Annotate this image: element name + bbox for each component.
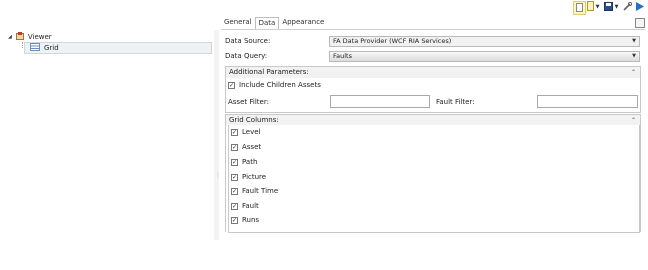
tools-button[interactable] [622,1,632,13]
data-tab-panel: Data Source: FA Data Provider (WCF RIA S… [221,29,645,242]
property-tabs: General Data Appearance [221,17,327,29]
chevron-down-icon: ▼ [614,4,619,10]
data-source-value: FA Data Provider (WCF RIA Services) [333,37,452,45]
tree-node-label: Viewer [27,33,52,41]
pin-button[interactable] [635,18,645,28]
data-query-combo[interactable]: Faults ▼ [329,51,640,62]
grid-columns-list: ✓ Level ✓ Asset ✓ Path ✓ Picture ✓ Fault… [228,125,640,233]
tree-node-viewer[interactable]: ◢ Viewer [8,32,52,42]
expand-icon[interactable]: ◢ [8,34,12,40]
data-query-value: Faults [333,52,352,60]
column-label: Fault [242,202,259,210]
list-item[interactable]: ✓ Picture [231,173,266,181]
chevron-down-icon: ▼ [632,53,636,59]
data-source-combo[interactable]: FA Data Provider (WCF RIA Services) ▼ [329,36,640,47]
panel-splitter[interactable] [214,30,219,240]
document-icon [586,1,594,13]
tab-appearance[interactable]: Appearance [279,17,327,28]
column-label: Runs [242,216,260,224]
tree-node-label: Grid [44,44,59,52]
include-children-row[interactable]: ✓ Include Children Assets [228,81,321,89]
include-children-checkbox[interactable]: ✓ [228,81,235,89]
chevron-down-icon: ▼ [632,38,636,44]
page-icon [576,2,583,14]
viewer-tree: ◢ Viewer Grid [0,30,215,240]
column-checkbox[interactable]: ✓ [231,158,238,166]
splitter-grip-icon[interactable]: ⋮ [215,172,221,180]
list-item[interactable]: ✓ Asset [231,143,261,151]
column-label: Fault Time [242,187,279,195]
additional-parameters-header[interactable]: Additional Parameters: ⌃ [226,67,640,78]
tab-data[interactable]: Data [254,17,280,29]
tab-general[interactable]: General [221,17,255,28]
fault-filter-input[interactable] [537,95,638,108]
column-checkbox[interactable]: ✓ [231,216,238,224]
column-checkbox[interactable]: ✓ [231,143,238,151]
data-source-label: Data Source: [225,37,271,45]
page-button[interactable] [573,1,586,15]
include-children-label: Include Children Assets [239,81,321,89]
play-icon [636,1,644,13]
data-query-label: Data Query: [225,52,268,60]
tools-icon [622,1,632,13]
column-checkbox[interactable]: ✓ [231,187,238,195]
save-button[interactable] [603,1,613,13]
asset-filter-input[interactable] [330,95,430,108]
column-label: Picture [242,173,267,181]
section-title: Grid Columns: [229,116,279,124]
document-dropdown-button[interactable]: ▼ [595,1,600,13]
save-icon [603,1,613,13]
section-title: Additional Parameters: [229,68,309,76]
column-checkbox[interactable]: ✓ [231,173,238,181]
column-checkbox[interactable]: ✓ [231,128,238,136]
list-item[interactable]: ✓ Path [231,158,257,166]
column-checkbox[interactable]: ✓ [231,202,238,210]
chevron-down-icon: ▼ [595,4,600,10]
collapse-icon[interactable]: ⌃ [631,67,636,78]
additional-parameters-section: Additional Parameters: ⌃ ✓ Include Child… [225,66,641,113]
column-label: Level [242,128,261,136]
grid-icon [30,43,40,53]
fault-filter-label: Fault Filter: [436,98,475,106]
grid-columns-section: Grid Columns: ⌃ ✓ Level ✓ Asset ✓ Path ✓… [225,114,641,233]
asset-filter-label: Asset Filter: [228,98,269,106]
viewer-icon [15,32,24,42]
run-button[interactable] [635,1,645,13]
save-dropdown-button[interactable]: ▼ [614,1,619,13]
column-label: Asset [242,143,262,151]
list-item[interactable]: ✓ Level [231,128,260,136]
list-item[interactable]: ✓ Fault [231,202,259,210]
column-label: Path [242,158,258,166]
list-item[interactable]: ✓ Runs [231,216,259,224]
list-item[interactable]: ✓ Fault Time [231,187,278,195]
document-button[interactable] [586,1,594,13]
tree-node-grid[interactable]: Grid [24,42,212,54]
